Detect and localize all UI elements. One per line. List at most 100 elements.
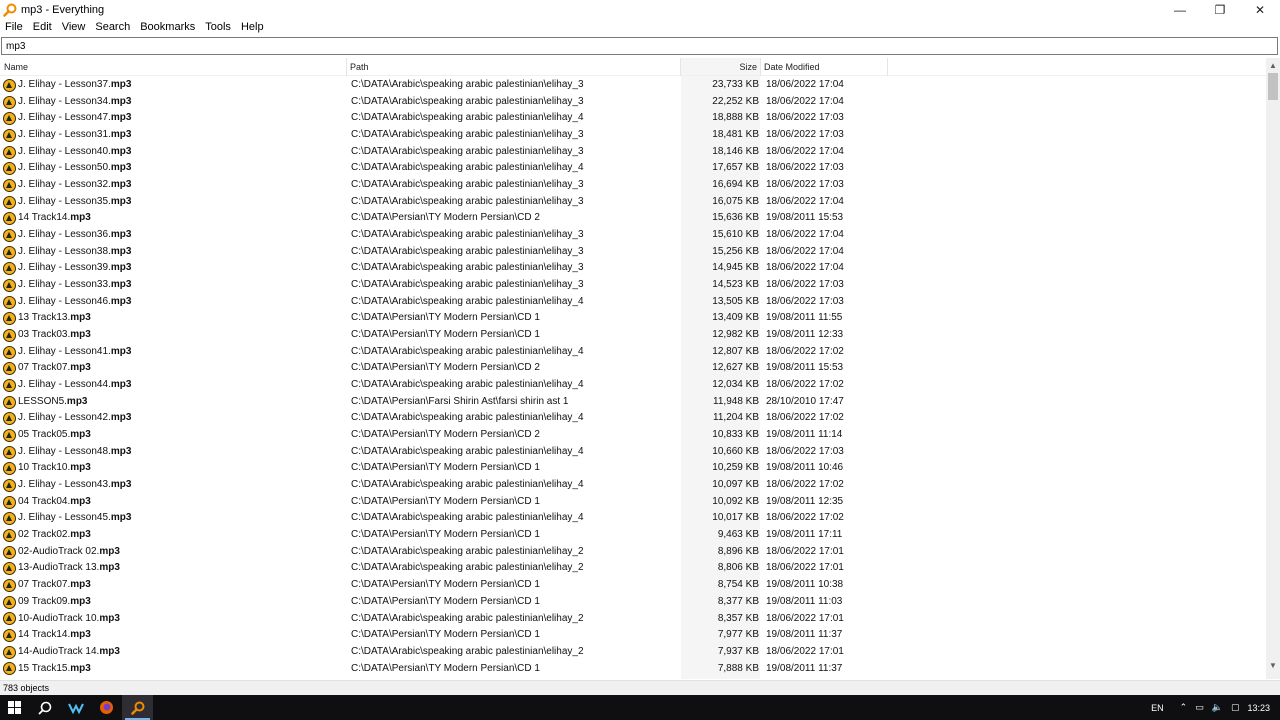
table-row[interactable]: J. Elihay - Lesson36. mp3 C:\DATA\Arabic\s… bbox=[0, 227, 1266, 244]
maximize-button[interactable]: ❐ bbox=[1200, 0, 1240, 19]
vertical-scrollbar[interactable]: ▲ ▼ bbox=[1266, 58, 1280, 679]
column-divider[interactable] bbox=[887, 58, 888, 76]
file-path[interactable]: C:\DATA\Persian\TY Modern Persian\CD 1 bbox=[351, 460, 540, 477]
network-icon[interactable]: ▢ bbox=[1231, 702, 1240, 713]
file-name-cell[interactable]: 03 Track03. mp3 bbox=[3, 327, 91, 344]
table-row[interactable]: J. Elihay - Lesson39. mp3 C:\DATA\Arabic\s… bbox=[0, 260, 1266, 278]
file-name-cell[interactable]: J. Elihay - Lesson47. mp3 bbox=[3, 110, 131, 127]
table-row[interactable]: J. Elihay - Lesson35. mp3 C:\DATA\Arabic\s… bbox=[0, 193, 1266, 211]
table-row[interactable]: J. Elihay - Lesson38. mp3 C:\DATA\Arabic\s… bbox=[0, 243, 1266, 261]
file-path[interactable]: C:\DATA\Persian\TY Modern Persian\CD 1 bbox=[351, 310, 540, 327]
file-path[interactable]: C:\DATA\Arabic\speaking arabic palestini… bbox=[351, 77, 584, 94]
minimize-button[interactable]: — bbox=[1160, 0, 1200, 19]
column-date-header[interactable]: Date Modified bbox=[764, 58, 820, 76]
file-path[interactable]: C:\DATA\Arabic\speaking arabic palestini… bbox=[351, 194, 584, 211]
file-path[interactable]: C:\DATA\Persian\TY Modern Persian\CD 2 bbox=[351, 427, 540, 444]
table-row[interactable]: 09 Track09. mp3 C:\DATA\Persian\TY Modern … bbox=[0, 593, 1266, 611]
file-name-cell[interactable]: J. Elihay - Lesson33. mp3 bbox=[3, 277, 131, 294]
file-name-cell[interactable]: J. Elihay - Lesson48. mp3 bbox=[3, 444, 131, 461]
menu-help[interactable]: Help bbox=[236, 19, 269, 36]
battery-icon[interactable]: ▭ bbox=[1195, 702, 1204, 713]
menu-file[interactable]: File bbox=[0, 19, 28, 36]
column-path-header[interactable]: Path bbox=[350, 58, 369, 76]
file-path[interactable]: C:\DATA\Arabic\speaking arabic palestini… bbox=[351, 277, 584, 294]
file-path[interactable]: C:\DATA\Arabic\speaking arabic palestini… bbox=[351, 177, 584, 194]
file-name-cell[interactable]: J. Elihay - Lesson40. mp3 bbox=[3, 144, 131, 161]
file-path[interactable]: C:\DATA\Arabic\speaking arabic palestini… bbox=[351, 611, 584, 628]
file-name-cell[interactable]: J. Elihay - Lesson32. mp3 bbox=[3, 177, 131, 194]
file-name-cell[interactable]: J. Elihay - Lesson36. mp3 bbox=[3, 227, 131, 244]
file-name-cell[interactable]: J. Elihay - Lesson39. mp3 bbox=[3, 260, 131, 277]
file-path[interactable]: C:\DATA\Arabic\speaking arabic palestini… bbox=[351, 110, 584, 127]
file-path[interactable]: C:\DATA\Arabic\speaking arabic palestini… bbox=[351, 160, 584, 177]
menu-view[interactable]: View bbox=[57, 19, 91, 36]
file-name-cell[interactable]: 10 Track10. mp3 bbox=[3, 460, 91, 477]
scroll-up-arrow-icon[interactable]: ▲ bbox=[1266, 58, 1280, 72]
table-row[interactable]: 10 Track10. mp3 C:\DATA\Persian\TY Modern … bbox=[0, 460, 1266, 478]
table-row[interactable]: J. Elihay - Lesson50. mp3 C:\DATA\Arabic\s… bbox=[0, 160, 1266, 178]
table-row[interactable]: J. Elihay - Lesson44. mp3 C:\DATA\Arabic\s… bbox=[0, 377, 1266, 394]
table-row[interactable]: J. Elihay - Lesson41. mp3 C:\DATA\Arabic\s… bbox=[0, 343, 1266, 361]
file-name-cell[interactable]: 07 Track07. mp3 bbox=[3, 360, 91, 377]
file-path[interactable]: C:\DATA\Arabic\speaking arabic palestini… bbox=[351, 127, 584, 144]
scrollbar-thumb[interactable] bbox=[1268, 73, 1278, 100]
table-row[interactable]: J. Elihay - Lesson34. mp3 C:\DATA\Arabic\s… bbox=[0, 93, 1266, 111]
file-path[interactable]: C:\DATA\Persian\TY Modern Persian\CD 1 bbox=[351, 327, 540, 344]
table-row[interactable]: LESSON5. mp3 C:\DATA\Persian\Farsi Shirin … bbox=[0, 393, 1266, 411]
file-path[interactable]: C:\DATA\Arabic\speaking arabic palestini… bbox=[351, 144, 584, 161]
file-path[interactable]: C:\DATA\Persian\TY Modern Persian\CD 1 bbox=[351, 494, 540, 511]
file-path[interactable]: C:\DATA\Persian\TY Modern Persian\CD 1 bbox=[351, 627, 540, 644]
file-name-cell[interactable]: 05 Track05. mp3 bbox=[3, 427, 91, 444]
table-row[interactable]: 05 Track05. mp3 C:\DATA\Persian\TY Modern … bbox=[0, 427, 1266, 444]
scroll-down-arrow-icon[interactable]: ▼ bbox=[1266, 658, 1280, 672]
table-row[interactable]: 15 Track15. mp3 C:\DATA\Persian\TY Modern … bbox=[0, 660, 1266, 677]
file-name-cell[interactable]: 14 Track14. mp3 bbox=[3, 210, 91, 227]
file-path[interactable]: C:\DATA\Persian\TY Modern Persian\CD 1 bbox=[351, 594, 540, 611]
file-name-cell[interactable]: J. Elihay - Lesson45. mp3 bbox=[3, 510, 131, 527]
file-path[interactable]: C:\DATA\Arabic\speaking arabic palestini… bbox=[351, 510, 584, 527]
file-name-cell[interactable]: 14-AudioTrack 14. mp3 bbox=[3, 644, 120, 661]
table-row[interactable]: J. Elihay - Lesson40. mp3 C:\DATA\Arabic\s… bbox=[0, 143, 1266, 161]
file-path[interactable]: C:\DATA\Persian\TY Modern Persian\CD 1 bbox=[351, 527, 540, 544]
file-path[interactable]: C:\DATA\Arabic\speaking arabic palestini… bbox=[351, 344, 584, 361]
table-row[interactable]: 02-AudioTrack 02. mp3 C:\DATA\Arabic\speak… bbox=[0, 543, 1266, 561]
menu-bookmarks[interactable]: Bookmarks bbox=[135, 19, 200, 36]
clock[interactable]: 13:23 bbox=[1247, 703, 1270, 713]
table-row[interactable]: 14-AudioTrack 14. mp3 C:\DATA\Arabic\speak… bbox=[0, 643, 1266, 661]
file-name-cell[interactable]: 07 Track07. mp3 bbox=[3, 577, 91, 594]
file-path[interactable]: C:\DATA\Arabic\speaking arabic palestini… bbox=[351, 94, 584, 111]
file-path[interactable]: C:\DATA\Persian\TY Modern Persian\CD 2 bbox=[351, 210, 540, 227]
table-row[interactable]: 03 Track03. mp3 C:\DATA\Persian\TY Modern … bbox=[0, 327, 1266, 344]
table-row[interactable]: 13-AudioTrack 13. mp3 C:\DATA\Arabic\speak… bbox=[0, 560, 1266, 578]
table-row[interactable]: 13 Track13. mp3 C:\DATA\Persian\TY Modern … bbox=[0, 310, 1266, 328]
file-path[interactable]: C:\DATA\Arabic\speaking arabic palestini… bbox=[351, 444, 584, 461]
file-name-cell[interactable]: J. Elihay - Lesson35. mp3 bbox=[3, 194, 131, 211]
file-name-cell[interactable]: 02-AudioTrack 02. mp3 bbox=[3, 544, 120, 561]
file-path[interactable]: C:\DATA\Arabic\speaking arabic palestini… bbox=[351, 260, 584, 277]
start-icon[interactable] bbox=[0, 695, 29, 720]
table-row[interactable]: J. Elihay - Lesson37. mp3 C:\DATA\Arabic\s… bbox=[0, 77, 1266, 94]
table-row[interactable]: J. Elihay - Lesson48. mp3 C:\DATA\Arabic\s… bbox=[0, 443, 1266, 461]
file-path[interactable]: C:\DATA\Persian\TY Modern Persian\CD 1 bbox=[351, 577, 540, 594]
table-row[interactable]: 14 Track14. mp3 C:\DATA\Persian\TY Modern … bbox=[0, 627, 1266, 644]
table-row[interactable]: 07 Track07. mp3 C:\DATA\Persian\TY Modern … bbox=[0, 360, 1266, 378]
file-path[interactable]: C:\DATA\Arabic\speaking arabic palestini… bbox=[351, 244, 584, 261]
table-row[interactable]: J. Elihay - Lesson43. mp3 C:\DATA\Arabic\s… bbox=[0, 477, 1266, 494]
volume-icon[interactable]: 🔈 bbox=[1212, 702, 1223, 713]
file-path[interactable]: C:\DATA\Persian\Farsi Shirin Ast\farsi s… bbox=[351, 394, 568, 411]
file-name-cell[interactable]: LESSON5. mp3 bbox=[3, 394, 87, 411]
file-name-cell[interactable]: J. Elihay - Lesson41. mp3 bbox=[3, 344, 131, 361]
table-row[interactable]: 07 Track07. mp3 C:\DATA\Persian\TY Modern … bbox=[0, 577, 1266, 594]
menu-tools[interactable]: Tools bbox=[200, 19, 236, 36]
chevron-up-icon[interactable]: ⌃ bbox=[1180, 702, 1188, 713]
table-row[interactable]: J. Elihay - Lesson33. mp3 C:\DATA\Arabic\s… bbox=[0, 277, 1266, 294]
column-size-header[interactable]: Size bbox=[681, 58, 757, 76]
file-path[interactable]: C:\DATA\Persian\TY Modern Persian\CD 2 bbox=[351, 360, 540, 377]
table-row[interactable]: 10-AudioTrack 10. mp3 C:\DATA\Arabic\speak… bbox=[0, 610, 1266, 628]
file-name-cell[interactable]: 14 Track14. mp3 bbox=[3, 627, 91, 644]
table-row[interactable]: 02 Track02. mp3 C:\DATA\Persian\TY Modern … bbox=[0, 527, 1266, 544]
file-path[interactable]: C:\DATA\Arabic\speaking arabic palestini… bbox=[351, 644, 584, 661]
file-path[interactable]: C:\DATA\Arabic\speaking arabic palestini… bbox=[351, 560, 584, 577]
file-name-cell[interactable]: 15 Track15. mp3 bbox=[3, 661, 91, 677]
file-name-cell[interactable]: J. Elihay - Lesson34. mp3 bbox=[3, 94, 131, 111]
